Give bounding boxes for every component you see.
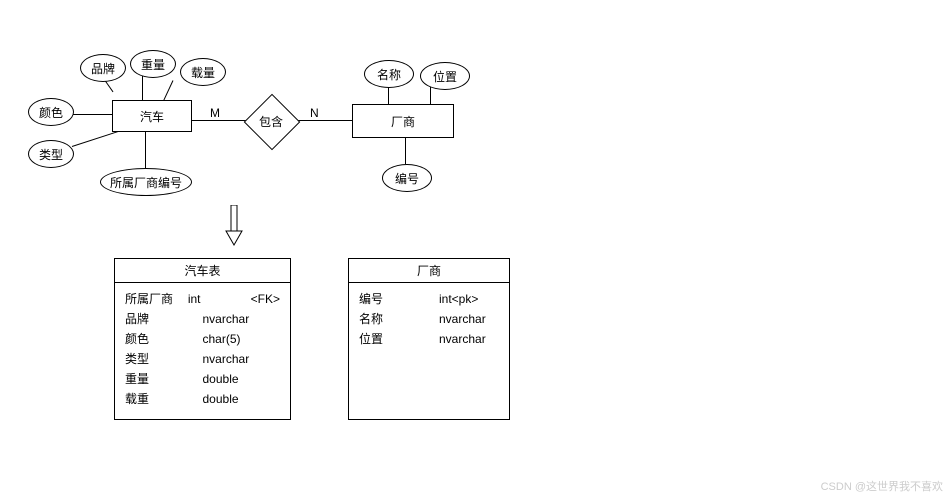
attr-name: 名称 bbox=[364, 60, 414, 88]
attr-type: 类型 bbox=[28, 140, 74, 168]
attr-color: 颜色 bbox=[28, 98, 74, 126]
attr-load: 载量 bbox=[180, 58, 226, 86]
connector bbox=[430, 86, 431, 104]
connector bbox=[72, 114, 112, 115]
connector bbox=[405, 136, 406, 164]
attr-vendor-id: 所属厂商编号 bbox=[100, 168, 192, 196]
entity-car: 汽车 bbox=[112, 100, 192, 132]
entity-vendor-label: 厂商 bbox=[391, 113, 415, 130]
table-car-body: 所属厂商int<FK> 品牌nvarchar 颜色char(5) 类型nvarc… bbox=[115, 283, 290, 415]
attr-weight: 重量 bbox=[130, 50, 176, 78]
table-row: 位置nvarchar bbox=[359, 329, 499, 349]
connector bbox=[72, 131, 120, 147]
cardinality-left: M bbox=[210, 106, 220, 120]
table-row: 颜色char(5) bbox=[125, 329, 280, 349]
table-row: 品牌nvarchar bbox=[125, 309, 280, 329]
attr-brand: 品牌 bbox=[80, 54, 126, 82]
table-row: 类型nvarchar bbox=[125, 349, 280, 369]
attr-location: 位置 bbox=[420, 62, 470, 90]
table-car-title: 汽车表 bbox=[115, 259, 290, 283]
connector bbox=[105, 80, 114, 92]
connector bbox=[142, 76, 143, 102]
table-car: 汽车表 所属厂商int<FK> 品牌nvarchar 颜色char(5) 类型n… bbox=[114, 258, 291, 420]
connector bbox=[388, 86, 389, 104]
table-vendor: 厂商 编号int<pk> 名称nvarchar 位置nvarchar bbox=[348, 258, 510, 420]
entity-vendor: 厂商 bbox=[352, 104, 454, 138]
table-vendor-title: 厂商 bbox=[349, 259, 509, 283]
table-row: 重量double bbox=[125, 369, 280, 389]
connector bbox=[145, 130, 146, 168]
table-row: 编号int<pk> bbox=[359, 289, 499, 309]
watermark: CSDN @这世界我不喜欢 bbox=[821, 478, 943, 494]
attr-id: 编号 bbox=[382, 164, 432, 192]
entity-car-label: 汽车 bbox=[140, 108, 164, 125]
arrow-down-icon bbox=[224, 205, 244, 247]
connector bbox=[190, 120, 250, 121]
connector bbox=[163, 80, 173, 100]
cardinality-right: N bbox=[310, 106, 319, 120]
relationship-label: 包含 bbox=[252, 102, 290, 140]
table-vendor-body: 编号int<pk> 名称nvarchar 位置nvarchar bbox=[349, 283, 509, 355]
table-row: 载重double bbox=[125, 389, 280, 409]
table-row: 所属厂商int<FK> bbox=[125, 289, 280, 309]
table-row: 名称nvarchar bbox=[359, 309, 499, 329]
